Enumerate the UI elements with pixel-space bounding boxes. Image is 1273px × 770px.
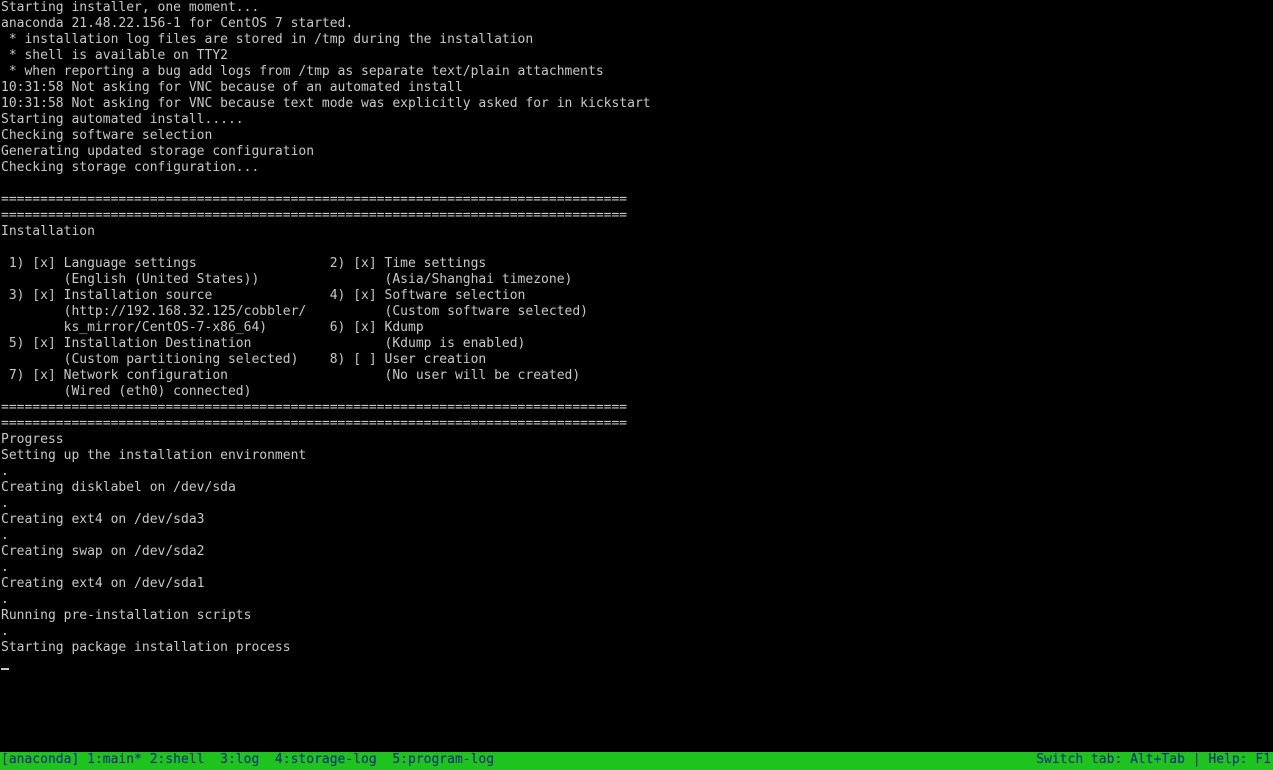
- terminal-line: * installation log files are stored in /…: [1, 32, 534, 47]
- terminal-line: .: [1, 560, 9, 575]
- terminal-line: * when reporting a bug add logs from /tm…: [1, 64, 604, 79]
- terminal-line: Creating ext4 on /dev/sda1: [1, 576, 205, 591]
- terminal-line: Starting automated install.....: [1, 112, 244, 127]
- tmux-help-hint: Switch tab: Alt+Tab | Help: F1: [1036, 752, 1271, 767]
- terminal-line: (http://192.168.32.125/cobbler/ (Custom …: [1, 304, 588, 319]
- terminal-line: ========================================…: [1, 400, 628, 415]
- terminal-line: (Wired (eth0) connected): [1, 384, 252, 399]
- terminal-line: .: [1, 592, 9, 607]
- terminal-line: Setting up the installation environment: [1, 448, 307, 463]
- terminal-line: 5) [x] Installation Destination (Kdump i…: [1, 336, 526, 351]
- terminal-line: (Custom partitioning selected) 8) [ ] Us…: [1, 352, 487, 367]
- terminal-output: Starting installer, one moment... anacond…: [0, 0, 1273, 750]
- terminal-line: Progress: [1, 432, 64, 447]
- terminal-line: Starting installer, one moment...: [1, 0, 260, 15]
- terminal-line: Starting package installation process: [1, 640, 291, 655]
- terminal-line: Creating ext4 on /dev/sda3: [1, 512, 205, 527]
- terminal-line: Checking software selection: [1, 128, 213, 143]
- terminal-line: Installation: [1, 224, 95, 239]
- terminal-line: ========================================…: [1, 416, 628, 431]
- terminal-line: anaconda 21.48.22.156-1 for CentOS 7 sta…: [1, 16, 354, 31]
- terminal-line: Creating disklabel on /dev/sda: [1, 480, 236, 495]
- terminal-line: .: [1, 528, 9, 543]
- terminal-line: 1) [x] Language settings 2) [x] Time set…: [1, 256, 487, 271]
- terminal-line: 10:31:58 Not asking for VNC because of a…: [1, 80, 463, 95]
- terminal-cursor: [1, 668, 9, 670]
- terminal-line: * shell is available on TTY2: [1, 48, 228, 63]
- tmux-status-bar: [anaconda] 1:main* 2:shell 3:log 4:stora…: [0, 752, 1273, 770]
- tmux-window-list[interactable]: [anaconda] 1:main* 2:shell 3:log 4:stora…: [1, 752, 494, 768]
- terminal-line: 10:31:58 Not asking for VNC because text…: [1, 96, 651, 111]
- terminal-line: 3) [x] Installation source 4) [x] Softwa…: [1, 288, 526, 303]
- terminal-line: .: [1, 496, 9, 511]
- terminal-line: .: [1, 464, 9, 479]
- terminal-line: (English (United States)) (Asia/Shanghai…: [1, 272, 573, 287]
- terminal-line: ks_mirror/CentOS-7-x86_64) 6) [x] Kdump: [1, 320, 424, 335]
- terminal-line: Creating swap on /dev/sda2: [1, 544, 205, 559]
- terminal-line: Running pre-installation scripts: [1, 608, 252, 623]
- terminal-line: Checking storage configuration...: [1, 160, 260, 175]
- terminal-line: Generating updated storage configuration: [1, 144, 315, 159]
- terminal-line: ========================================…: [1, 192, 628, 207]
- terminal-line: 7) [x] Network configuration (No user wi…: [1, 368, 581, 383]
- terminal-line: ========================================…: [1, 208, 628, 223]
- terminal-line: .: [1, 624, 9, 639]
